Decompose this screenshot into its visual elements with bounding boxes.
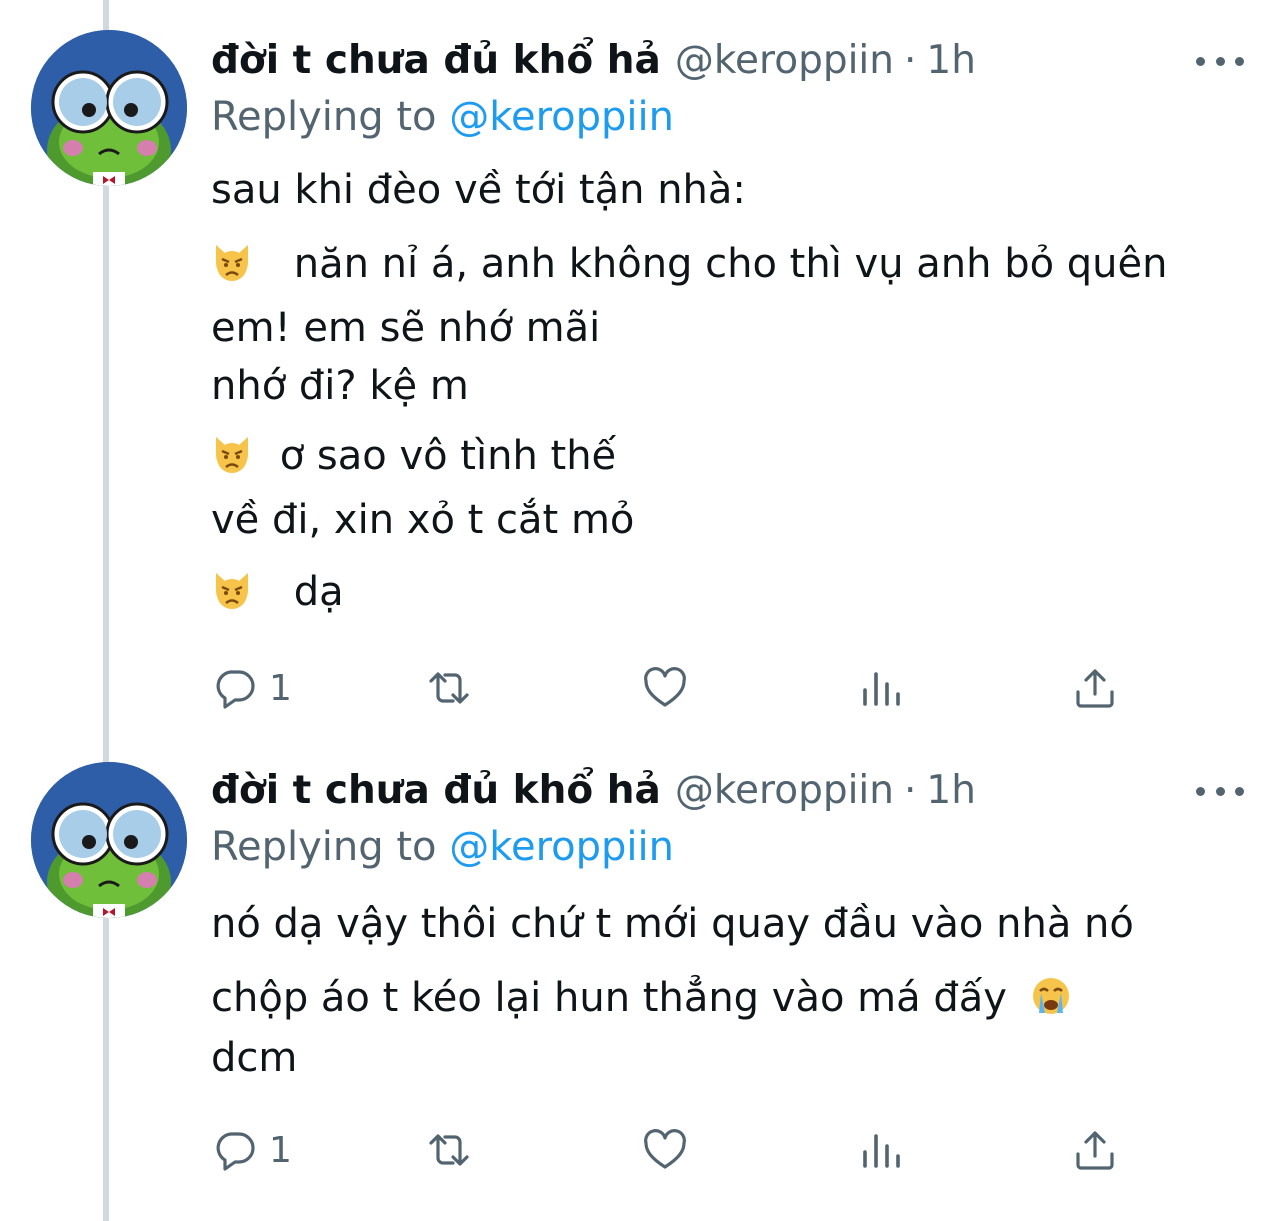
dot-separator: ·	[903, 38, 917, 83]
replying-to-label: Replying to	[211, 94, 437, 140]
share-icon	[1076, 669, 1114, 708]
analytics-button[interactable]	[857, 1125, 905, 1175]
reply-button[interactable]: 1	[211, 663, 292, 713]
like-icon	[644, 667, 686, 707]
share-button[interactable]	[1071, 663, 1119, 713]
timestamp[interactable]: 1h	[926, 768, 976, 813]
tweet-text-line: sau khi đèo về tới tận nhà:	[211, 167, 746, 213]
like-button[interactable]	[641, 1125, 689, 1175]
more-icon[interactable]	[1196, 46, 1244, 76]
avatar[interactable]	[31, 762, 187, 918]
tweet-actions: 1	[211, 1125, 1211, 1175]
tweet-text-line: về đi, xin xỏ t cắt mỏ	[211, 497, 635, 543]
display-name[interactable]: đời t chưa đủ khổ hả	[211, 38, 661, 83]
handle[interactable]: @keroppiin	[675, 768, 894, 813]
tweet-text-line: chộp áo t kéo lại hun thẳng vào má đấy	[211, 974, 1072, 1022]
pouting-cat-emoji-icon	[211, 433, 253, 475]
tweet-text-line: dạ	[211, 568, 344, 616]
analytics-icon	[863, 672, 900, 706]
timestamp[interactable]: 1h	[926, 38, 976, 83]
more-icon[interactable]	[1196, 776, 1244, 806]
tweet[interactable]: đời t chưa đủ khổ hả @keroppiin · 1h Rep…	[0, 730, 1284, 1221]
avatar[interactable]	[31, 30, 187, 186]
share-icon	[1076, 1131, 1114, 1170]
mention-link[interactable]: @keroppiin	[449, 824, 674, 870]
retweet-icon	[429, 1134, 469, 1166]
tweet-text-line: em! em sẽ nhớ mãi	[211, 305, 601, 351]
tweet-text-line-content: năn nỉ á, anh không cho thì vụ anh bỏ qu…	[293, 241, 1168, 287]
replying-to-line: Replying to @keroppiin	[211, 94, 674, 140]
loudly-crying-face-emoji-icon	[1030, 975, 1072, 1017]
reply-icon	[216, 670, 255, 709]
reply-icon	[216, 1132, 255, 1171]
reply-count: 1	[269, 667, 292, 709]
like-icon	[644, 1129, 686, 1169]
retweet-button[interactable]	[425, 1125, 473, 1175]
like-button[interactable]	[641, 663, 689, 713]
pouting-cat-emoji-icon	[211, 569, 253, 611]
display-name[interactable]: đời t chưa đủ khổ hả	[211, 768, 661, 813]
handle[interactable]: @keroppiin	[675, 38, 894, 83]
tweet-header: đời t chưa đủ khổ hả @keroppiin · 1h	[211, 768, 976, 814]
tweet-actions: 1	[211, 663, 1211, 713]
retweet-icon	[429, 672, 469, 704]
analytics-icon	[863, 1134, 900, 1168]
dot-separator: ·	[903, 768, 917, 813]
tweet-text-line: ơ sao vô tình thế	[211, 432, 616, 480]
tweet[interactable]: đời t chưa đủ khổ hả @keroppiin · 1h Rep…	[0, 0, 1284, 730]
tweet-text-line-content: chộp áo t kéo lại hun thẳng vào má đấy	[211, 975, 1007, 1021]
replying-to-line: Replying to @keroppiin	[211, 824, 674, 870]
analytics-button[interactable]	[857, 663, 905, 713]
pouting-cat-emoji-icon	[211, 241, 253, 283]
share-button[interactable]	[1071, 1125, 1119, 1175]
tweet-text-line-content: ơ sao vô tình thế	[279, 433, 617, 479]
tweet-text-line: dcm	[211, 1035, 298, 1081]
reply-button[interactable]: 1	[211, 1125, 292, 1175]
retweet-button[interactable]	[425, 663, 473, 713]
reply-count: 1	[269, 1129, 292, 1171]
replying-to-label: Replying to	[211, 824, 437, 870]
tweet-text-line: nó dạ vậy thôi chứ t mới quay đầu vào nh…	[211, 901, 1134, 947]
mention-link[interactable]: @keroppiin	[449, 94, 674, 140]
tweet-text-line: nhớ đi? kệ m	[211, 363, 469, 409]
tweet-header: đời t chưa đủ khổ hả @keroppiin · 1h	[211, 38, 976, 84]
tweet-text-line-content: dạ	[293, 569, 344, 615]
tweet-text-line: năn nỉ á, anh không cho thì vụ anh bỏ qu…	[211, 240, 1168, 288]
